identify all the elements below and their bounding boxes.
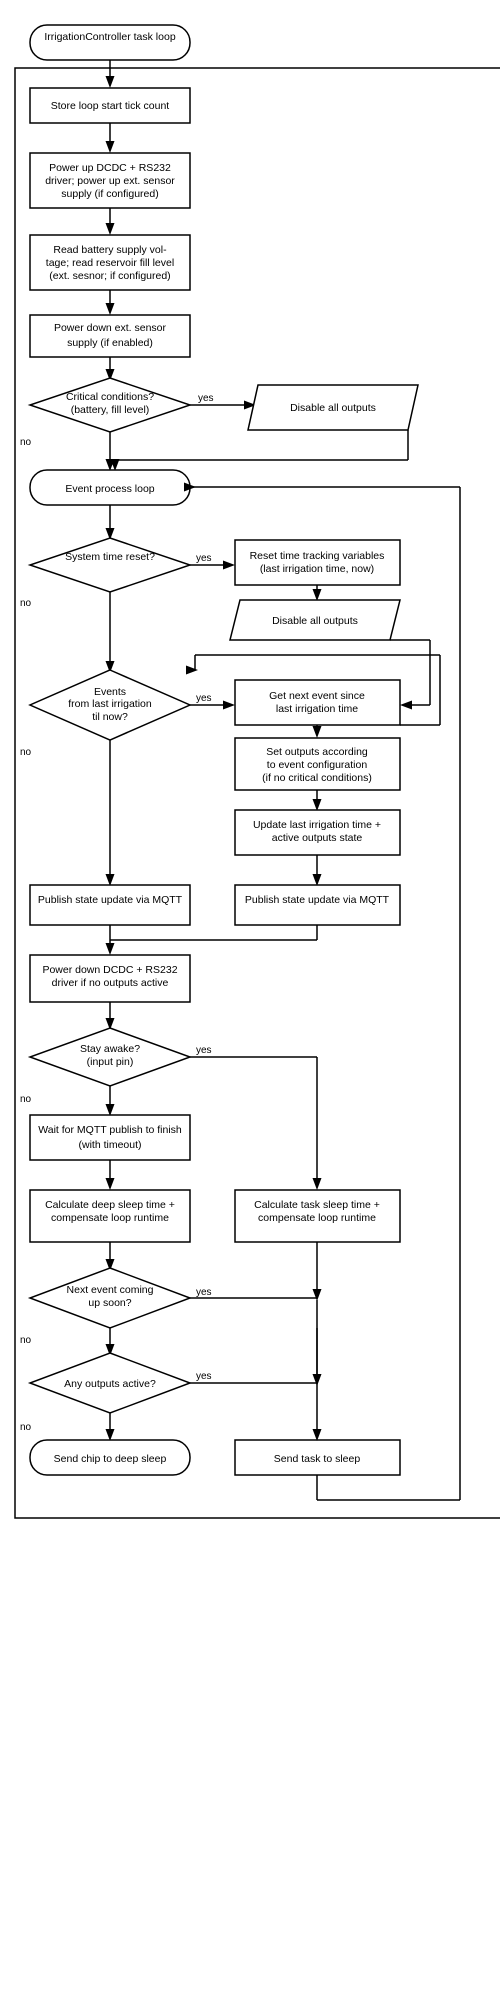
- stay-awake-yes-label: yes: [196, 1045, 212, 1056]
- events-yes-label: yes: [196, 693, 212, 704]
- systime-no-label: no: [20, 598, 32, 609]
- wait-mqtt-node: [30, 1115, 190, 1160]
- next-event-no-label: no: [20, 1335, 32, 1346]
- get-next-event-label-2: last irrigation time: [276, 703, 358, 715]
- critical-yes-label: yes: [198, 393, 214, 404]
- stay-awake-no-label: no: [20, 1094, 32, 1105]
- any-outputs-yes-label: yes: [196, 1371, 212, 1382]
- update-irrigation-label-1: Update last irrigation time +: [253, 819, 381, 831]
- read-battery-label-1: Read battery supply vol-: [53, 244, 167, 256]
- events-since-label-2: from last irrigation: [68, 698, 152, 710]
- read-battery-label-2: tage; read reservoir fill level: [46, 257, 174, 269]
- disable-outputs-1-label: Disable all outputs: [290, 402, 376, 414]
- next-event-yes-label: yes: [196, 1287, 212, 1298]
- event-loop-label: Event process loop: [65, 483, 154, 495]
- stay-awake-label-2: (input pin): [87, 1056, 134, 1068]
- set-outputs-label-1: Set outputs according: [266, 746, 368, 758]
- next-event-soon-label-1: Next event coming: [67, 1284, 154, 1296]
- systime-yes-label: yes: [196, 553, 212, 564]
- critical-cond-label-1: Critical conditions?: [66, 391, 154, 403]
- set-outputs-label-2: to event configuration: [267, 759, 368, 771]
- publish-mqtt-left-label-1: Publish state update via MQTT: [38, 894, 183, 906]
- events-since-label-3: til now?: [92, 711, 128, 723]
- read-battery-label-3: (ext. sesnor; if configured): [49, 270, 170, 282]
- flowchart-svg: IrrigationController task loop Store loo…: [10, 10, 500, 2000]
- power-down-ext-label-1: Power down ext. sensor: [54, 322, 167, 334]
- any-outputs-no-label: no: [20, 1422, 32, 1433]
- start-label: IrrigationController task loop: [44, 31, 175, 43]
- calc-task-sleep-label-2: compensate loop runtime: [258, 1212, 376, 1224]
- any-outputs-active-label: Any outputs active?: [64, 1378, 156, 1390]
- power-down-dcdc-label-2: driver if no outputs active: [52, 977, 169, 989]
- events-since-label-1: Events: [94, 686, 126, 698]
- stay-awake-label-1: Stay awake?: [80, 1043, 140, 1055]
- system-time-reset-node: [30, 538, 190, 592]
- update-irrigation-label-2: active outputs state: [272, 832, 363, 844]
- critical-cond-label-2: (battery, fill level): [71, 404, 150, 416]
- reset-time-vars-label-1: Reset time tracking variables: [250, 550, 385, 562]
- calc-deep-sleep-label-2: compensate loop runtime: [51, 1212, 169, 1224]
- power-down-ext-label-2: supply (if enabled): [67, 337, 153, 349]
- publish-mqtt-right-label-1: Publish state update via MQTT: [245, 894, 390, 906]
- system-time-reset-label: System time reset?: [65, 551, 155, 563]
- events-no-label: no: [20, 747, 32, 758]
- send-task-sleep-label: Send task to sleep: [274, 1453, 361, 1465]
- power-down-dcdc-label-1: Power down DCDC + RS232: [42, 964, 177, 976]
- get-next-event-label-1: Get next event since: [269, 690, 365, 702]
- calc-deep-sleep-label-1: Calculate deep sleep time +: [45, 1199, 175, 1211]
- power-up-label-2: driver; power up ext. sensor: [45, 175, 175, 187]
- reset-time-vars-label-2: (last irrigation time, now): [260, 563, 374, 575]
- set-outputs-label-3: (if no critical conditions): [262, 772, 372, 784]
- wait-mqtt-label-1: Wait for MQTT publish to finish: [38, 1124, 182, 1136]
- critical-no-label: no: [20, 437, 32, 448]
- flowchart-diagram: IrrigationController task loop Store loo…: [0, 0, 500, 2010]
- disable-outputs-2-label: Disable all outputs: [272, 615, 358, 627]
- store-tick-label: Store loop start tick count: [51, 100, 170, 112]
- wait-mqtt-label-2: (with timeout): [78, 1139, 141, 1151]
- power-up-label-3: supply (if configured): [61, 188, 158, 200]
- next-event-soon-label-2: up soon?: [88, 1297, 131, 1309]
- send-deep-sleep-label: Send chip to deep sleep: [54, 1453, 167, 1465]
- power-up-label-1: Power up DCDC + RS232: [49, 162, 171, 174]
- calc-task-sleep-label-1: Calculate task sleep time +: [254, 1199, 380, 1211]
